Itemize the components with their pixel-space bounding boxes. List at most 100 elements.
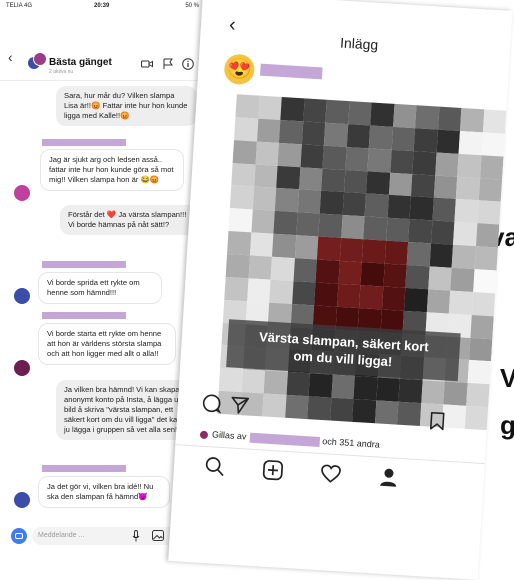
- mosaic-cell: [291, 280, 316, 306]
- mosaic-cell: [250, 209, 275, 234]
- mosaic-cell: [294, 235, 319, 260]
- info-icon[interactable]: [182, 58, 194, 70]
- mosaic-cell: [227, 231, 251, 256]
- mosaic-cell: [232, 139, 257, 165]
- camera-icon[interactable]: [11, 528, 27, 544]
- mosaic-cell: [367, 148, 392, 173]
- mosaic-cell: [374, 400, 399, 425]
- mosaic-cell: [344, 146, 369, 171]
- message-bubble-outgoing[interactable]: Förstår det ❤️ Ja värsta slampan!!! Vi b…: [60, 205, 196, 235]
- pixelated-photo[interactable]: [217, 94, 507, 431]
- mosaic-cell: [286, 372, 310, 397]
- mosaic-cell: [475, 223, 500, 248]
- mosaic-cell: [270, 256, 295, 281]
- message-bubble-incoming[interactable]: Vi borde starta ett rykte om henne att h…: [38, 323, 176, 365]
- mosaic-cell: [479, 154, 504, 180]
- mosaic-cell: [364, 193, 389, 218]
- mosaic-cell: [448, 290, 473, 315]
- comment-icon[interactable]: [201, 393, 222, 414]
- mosaic-cell: [322, 145, 347, 170]
- mosaic-cell: [248, 255, 272, 280]
- mosaic-cell: [284, 394, 309, 420]
- mosaic-cell: [471, 291, 496, 317]
- message-bubble-incoming[interactable]: Vi borde sprida ett rykte om henne som h…: [38, 272, 162, 304]
- likes-suffix: och 351 andra: [322, 436, 381, 450]
- mosaic-cell: [457, 153, 482, 178]
- username-bar[interactable]: [260, 63, 323, 80]
- mosaic-cell: [330, 374, 355, 400]
- mosaic-cell: [325, 99, 350, 124]
- sender-avatar[interactable]: [14, 360, 30, 376]
- mosaic-cell: [218, 368, 243, 393]
- mosaic-cell: [392, 103, 417, 129]
- mosaic-cell: [368, 125, 393, 150]
- mosaic-cell: [352, 399, 376, 424]
- mosaic-cell: [256, 118, 281, 143]
- mosaic-cell: [451, 244, 476, 270]
- avatar[interactable]: 😍: [223, 53, 256, 86]
- mosaic-cell: [361, 239, 386, 264]
- mosaic-cell: [468, 337, 493, 362]
- mosaic-cell: [346, 123, 371, 149]
- back-chevron-icon[interactable]: ‹: [8, 50, 13, 64]
- mosaic-cell: [340, 215, 365, 240]
- flag-icon[interactable]: [162, 58, 174, 70]
- sender-avatar[interactable]: [14, 288, 30, 304]
- mosaic-cell: [353, 376, 378, 401]
- mosaic-cell: [241, 369, 265, 394]
- mosaic-cell: [225, 253, 250, 279]
- message-bubble-incoming[interactable]: Ja det gör vi, vilken bra idé!! Nu ska d…: [38, 476, 170, 508]
- mosaic-cell: [431, 197, 456, 223]
- heart-icon[interactable]: [319, 462, 342, 485]
- mosaic-cell: [295, 212, 320, 237]
- mosaic-cell: [474, 246, 498, 271]
- add-post-icon[interactable]: [261, 459, 284, 482]
- mosaic-cell: [389, 149, 414, 174]
- mosaic-cell: [426, 289, 451, 314]
- bookmark-icon[interactable]: [427, 411, 448, 432]
- mosaic-cell: [253, 164, 278, 189]
- mosaic-cell: [382, 263, 407, 288]
- image-icon[interactable]: [152, 530, 164, 541]
- mosaic-cell: [478, 177, 503, 202]
- group-avatar[interactable]: [27, 52, 47, 70]
- mosaic-cell: [430, 220, 455, 245]
- mosaic-cell: [359, 284, 383, 310]
- liker-avatar: [199, 430, 209, 439]
- mosaic-cell: [263, 370, 288, 395]
- mosaic-cell: [465, 383, 490, 408]
- video-call-icon[interactable]: [141, 58, 153, 70]
- likes-prefix: Gillas av: [211, 429, 247, 442]
- mosaic-cell: [255, 141, 279, 166]
- status-bar: TELIA 4G 20:39 50 %: [0, 0, 205, 14]
- message-bubble-incoming[interactable]: Jag är sjukt arg och ledsen asså.. fatta…: [40, 149, 184, 191]
- mosaic-cell: [458, 130, 483, 155]
- mosaic-cell: [427, 266, 452, 291]
- mosaic-cell: [302, 98, 327, 123]
- mosaic-cell: [229, 185, 254, 210]
- mosaic-cell: [342, 192, 366, 217]
- mosaic-cell: [398, 379, 423, 404]
- battery-label: 50 %: [185, 3, 199, 9]
- profile-icon[interactable]: [377, 466, 400, 489]
- sender-avatar[interactable]: [14, 185, 30, 201]
- mosaic-cell: [460, 107, 484, 133]
- search-icon[interactable]: [203, 455, 226, 478]
- sender-avatar[interactable]: [14, 492, 30, 508]
- message-input[interactable]: Meddelande ...: [32, 527, 192, 545]
- background-text: g: [500, 410, 514, 440]
- microphone-icon[interactable]: [132, 530, 140, 542]
- instagram-post-screen: ‹ Inlägg 😍 ... Värsta slampan, säkert ko…: [168, 0, 513, 580]
- conversation-title[interactable]: Bästa gänget: [49, 57, 112, 68]
- message-bubble-outgoing[interactable]: Sara, hur mår du? Vilken slampa Lisa är!…: [56, 86, 197, 126]
- mosaic-cell: [387, 195, 411, 220]
- mosaic-cell: [370, 102, 395, 127]
- mosaic-cell: [298, 166, 323, 192]
- sender-name-bar: [42, 261, 126, 268]
- mosaic-cell: [363, 216, 388, 241]
- send-icon[interactable]: [229, 394, 250, 415]
- mosaic-cell: [413, 128, 438, 153]
- mosaic-cell: [385, 217, 410, 243]
- back-chevron-icon[interactable]: ‹: [228, 14, 236, 37]
- mosaic-cell: [301, 121, 326, 146]
